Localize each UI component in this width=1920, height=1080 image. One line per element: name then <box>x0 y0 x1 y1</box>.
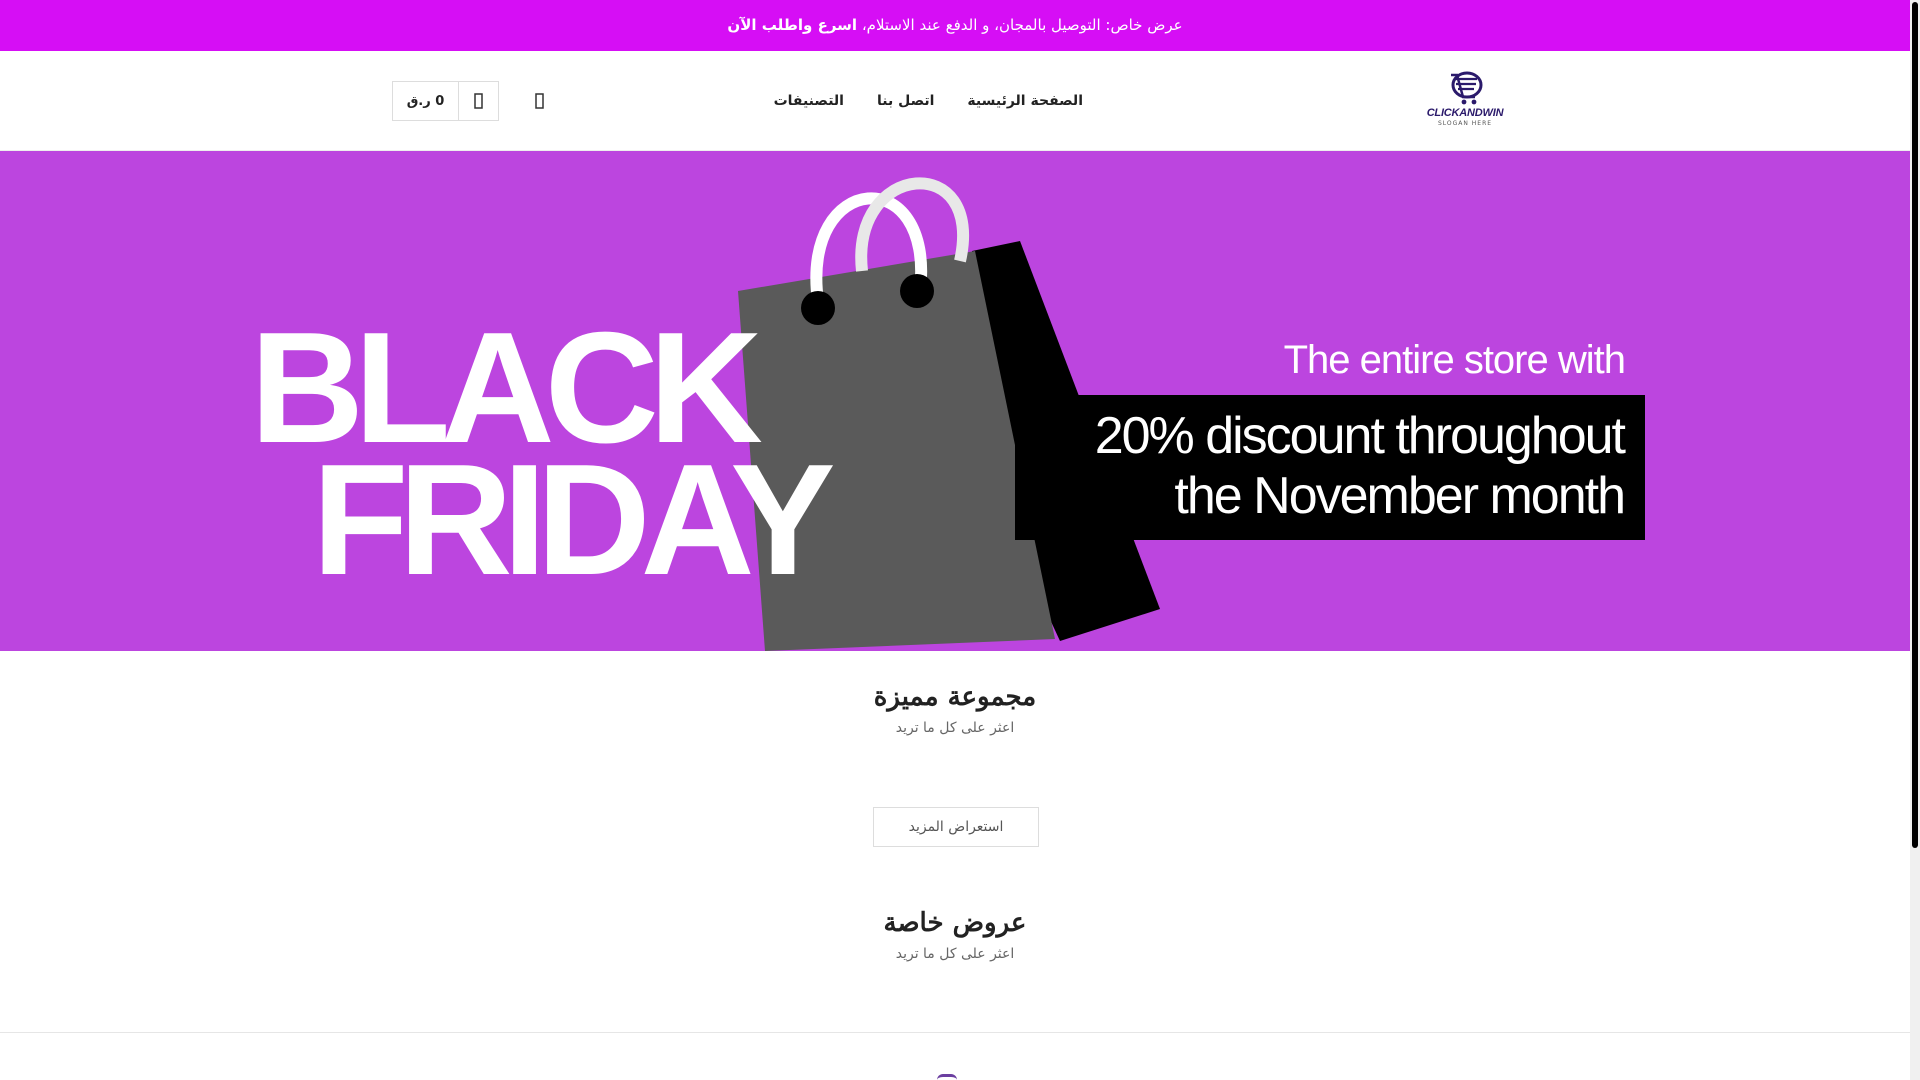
offers-section: عروض خاصة اعثر على كل ما تريد <box>0 908 1910 962</box>
offers-subtitle: اعثر على كل ما تريد <box>895 946 1015 962</box>
offers-title: عروض خاصة <box>883 908 1027 938</box>
nav-categories[interactable]: التصنيفات <box>774 93 844 109</box>
main-nav: الصفحة الرئيسية اتصل بنا التصنيفات <box>774 51 1083 151</box>
announcement-text: عرض خاص: التوصيل بالمجان، و الدفع عند ال… <box>857 16 1183 34</box>
cart-total: 0 ر.ق <box>393 82 459 120</box>
logo-name: CLICKANDWIN <box>1426 107 1504 119</box>
black-friday-artwork: BLACK FRIDAY The entire store with 20% d… <box>250 177 1645 651</box>
logo-slogan: SLOGAN HERE <box>1437 120 1493 127</box>
featured-title: مجموعة مميزة <box>873 682 1037 712</box>
featured-section: مجموعة مميزة اعثر على كل ما تريد <box>0 682 1910 736</box>
shopping-bag-icon <box>473 93 483 109</box>
promo-line-2: 20% discount throughout <box>1095 407 1627 465</box>
view-more-button[interactable]: استعراض المزيد <box>873 807 1039 847</box>
cart-logo-icon <box>1451 71 1483 105</box>
site-logo[interactable]: CLICKANDWIN SLOGAN HERE <box>1420 69 1510 131</box>
headline-friday: FRIDAY <box>312 432 833 608</box>
cart-button[interactable]: 0 ر.ق <box>392 81 499 121</box>
scrollbar-thumb[interactable] <box>1912 2 1918 848</box>
announcement-bar: عرض خاص: التوصيل بالمجان، و الدفع عند ال… <box>0 0 1910 51</box>
hero-banner[interactable]: BLACK FRIDAY The entire store with 20% d… <box>0 151 1910 651</box>
promo-line-3: the November month <box>1174 467 1624 525</box>
nav-home[interactable]: الصفحة الرئيسية <box>967 93 1083 109</box>
search-button[interactable] <box>528 89 552 113</box>
announcement-cta[interactable]: اسرع واطلب الآن <box>727 16 857 34</box>
cart-icon-wrap <box>459 82 498 120</box>
featured-subtitle: اعثر على كل ما تريد <box>895 720 1015 736</box>
search-icon <box>535 93 544 109</box>
footer-logo <box>937 1074 957 1080</box>
nav-contact[interactable]: اتصل بنا <box>877 93 934 109</box>
scrollbar[interactable] <box>1910 0 1920 1080</box>
site-header: CLICKANDWIN SLOGAN HERE الصفحة الرئيسية … <box>0 51 1910 151</box>
footer-divider <box>0 1032 1910 1033</box>
promo-line-1: The entire store with <box>1284 338 1625 382</box>
